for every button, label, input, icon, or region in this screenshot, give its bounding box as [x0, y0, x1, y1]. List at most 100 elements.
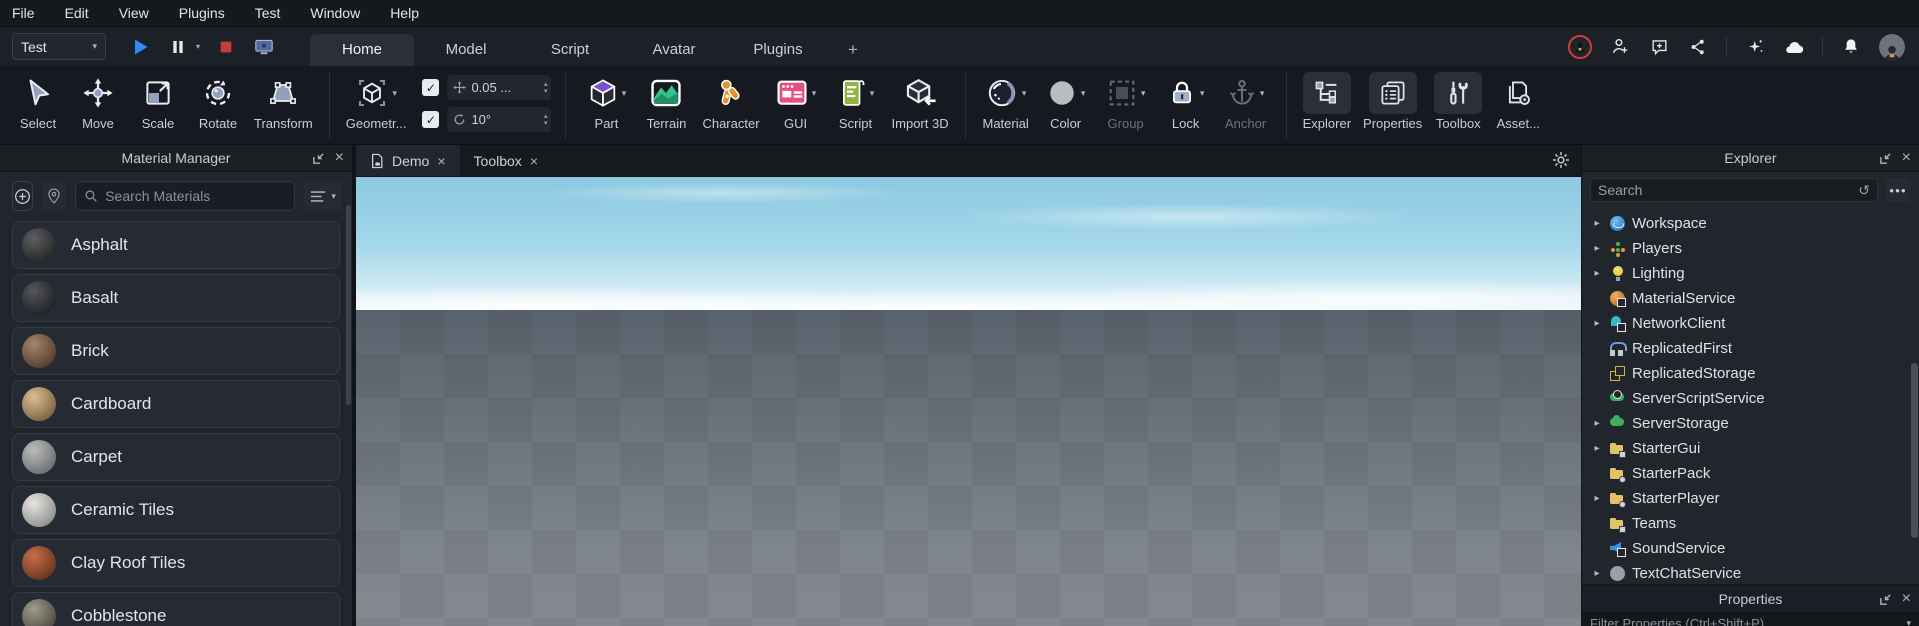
color-button[interactable]: ▾ Color — [1036, 71, 1096, 132]
rotate-snap-field[interactable]: 10° ▴ ▾ — [447, 107, 552, 132]
material-item-carpet[interactable]: Carpet — [12, 433, 340, 481]
tab-model[interactable]: Model — [414, 34, 518, 66]
explorer-item-teams[interactable]: Teams — [1582, 511, 1919, 536]
lock-button[interactable]: ▾ Lock — [1156, 71, 1216, 132]
material-button[interactable]: ▾ Material — [976, 71, 1036, 132]
expand-caret-icon[interactable]: ▸ — [1591, 418, 1603, 429]
properties-filter-input[interactable] — [1590, 615, 1901, 626]
explorer-search-input[interactable] — [1598, 182, 1853, 198]
material-item-basalt[interactable]: Basalt — [12, 274, 340, 322]
close-tab-icon[interactable]: × — [530, 153, 538, 169]
close-icon[interactable]: × — [1902, 591, 1911, 607]
material-item-cobblestone[interactable]: Cobblestone — [12, 592, 340, 626]
search-history-icon[interactable]: ↺ — [1858, 182, 1870, 199]
insert-character-button[interactable]: Character — [696, 71, 765, 132]
move-snap-field[interactable]: 0.05 ... ▴ ▾ — [447, 75, 552, 100]
rotate-tool-button[interactable]: Rotate — [188, 71, 248, 132]
insert-part-button[interactable]: ▾ Part — [576, 71, 636, 132]
tab-plugins[interactable]: Plugins — [726, 34, 830, 66]
explorer-item-startergui[interactable]: ▸ StarterGui — [1582, 436, 1919, 461]
feedback-button[interactable] — [1648, 36, 1670, 58]
close-icon[interactable]: × — [335, 150, 344, 166]
close-icon[interactable]: × — [1902, 150, 1911, 166]
asset-manager-button[interactable]: Asset... — [1488, 71, 1548, 132]
expand-caret-icon[interactable]: ▸ — [1591, 218, 1603, 229]
explorer-more-button[interactable]: ●●● — [1885, 178, 1911, 202]
collaborate-button[interactable] — [1609, 36, 1631, 58]
scale-tool-button[interactable]: Scale — [128, 71, 188, 132]
account-avatar[interactable] — [1879, 33, 1905, 60]
explorer-item-soundservice[interactable]: SoundService — [1582, 536, 1919, 561]
expand-caret-icon[interactable]: ▸ — [1591, 243, 1603, 254]
toggle-toolbox-button[interactable]: Toolbox — [1428, 71, 1488, 132]
explorer-item-starterpack[interactable]: StarterPack — [1582, 461, 1919, 486]
menu-help[interactable]: Help — [390, 5, 419, 21]
stop-button[interactable] — [214, 35, 238, 59]
play-button[interactable] — [128, 35, 152, 59]
menu-plugins[interactable]: Plugins — [179, 5, 225, 21]
material-item-ceramic-tiles[interactable]: Ceramic Tiles — [12, 486, 340, 534]
menu-test[interactable]: Test — [255, 5, 281, 21]
add-material-button[interactable] — [12, 181, 33, 211]
device-emulator-button[interactable] — [252, 35, 276, 59]
tab-settings-button[interactable] — [1551, 150, 1571, 170]
material-pin-button[interactable] — [41, 181, 67, 211]
expand-caret-icon[interactable]: ▸ — [1591, 318, 1603, 329]
close-tab-icon[interactable]: × — [437, 153, 445, 169]
import-3d-button[interactable]: Import 3D — [886, 71, 955, 132]
menu-view[interactable]: View — [119, 5, 149, 21]
rotate-snap-checkbox[interactable]: ✓ — [422, 111, 440, 128]
stepper-icons[interactable]: ▴ ▾ — [544, 81, 548, 95]
material-list-scrollbar[interactable] — [346, 205, 351, 405]
undock-icon[interactable] — [1879, 593, 1892, 606]
insert-gui-button[interactable]: ▾ GUI — [766, 71, 826, 132]
geometry-tool-button[interactable]: ▾ Geometr... — [340, 71, 413, 132]
expand-caret-icon[interactable]: ▸ — [1591, 443, 1603, 454]
pause-options-caret-icon[interactable]: ▾ — [196, 42, 200, 51]
move-snap-checkbox[interactable]: ✓ — [422, 79, 440, 96]
explorer-scrollbar[interactable] — [1911, 363, 1918, 538]
tab-home[interactable]: Home — [310, 34, 415, 66]
explorer-item-replicatedfirst[interactable]: ReplicatedFirst — [1582, 336, 1919, 361]
explorer-item-networkclient[interactable]: ▸ NetworkClient — [1582, 311, 1919, 336]
baseplate-ground[interactable] — [356, 310, 1581, 626]
material-item-asphalt[interactable]: Asphalt — [12, 221, 340, 269]
assistant-button[interactable] — [1744, 36, 1766, 58]
document-tab-toolbox[interactable]: Toolbox × — [460, 145, 552, 176]
tab-add-button[interactable]: + — [830, 34, 876, 66]
stepper-icons[interactable]: ▴ ▾ — [544, 113, 548, 127]
document-tab-demo[interactable]: Demo × — [356, 145, 460, 176]
expand-caret-icon[interactable]: ▸ — [1591, 568, 1603, 579]
material-item-clay-roof-tiles[interactable]: Clay Roof Tiles — [12, 539, 340, 587]
undock-icon[interactable] — [1879, 152, 1892, 165]
insert-script-button[interactable]: ▾ Script — [826, 71, 886, 132]
material-search-input[interactable] — [105, 188, 287, 204]
expand-caret-icon[interactable]: ▸ — [1591, 493, 1603, 504]
toggle-properties-button[interactable]: Properties — [1357, 71, 1428, 132]
pause-button[interactable] — [166, 35, 190, 59]
insert-terrain-button[interactable]: Terrain — [636, 71, 696, 132]
explorer-item-workspace[interactable]: ▸ Workspace — [1582, 211, 1919, 236]
menu-file[interactable]: File — [12, 5, 35, 21]
expand-caret-icon[interactable]: ▸ — [1591, 268, 1603, 279]
cloud-sync-button[interactable] — [1783, 36, 1805, 58]
explorer-item-players[interactable]: ▸ Players — [1582, 236, 1919, 261]
undock-icon[interactable] — [312, 152, 325, 165]
menu-edit[interactable]: Edit — [65, 5, 89, 21]
notifications-button[interactable] — [1840, 36, 1862, 58]
material-view-mode-button[interactable]: ▾ — [304, 181, 342, 211]
record-button[interactable] — [1568, 34, 1592, 59]
playtest-mode-select[interactable]: Test ▾ — [12, 33, 106, 60]
explorer-item-replicatedstorage[interactable]: ReplicatedStorage — [1582, 361, 1919, 386]
menu-window[interactable]: Window — [310, 5, 360, 21]
material-item-brick[interactable]: Brick — [12, 327, 340, 375]
explorer-item-materialservice[interactable]: MaterialService — [1582, 286, 1919, 311]
3d-scene[interactable] — [356, 177, 1581, 626]
material-item-cardboard[interactable]: Cardboard — [12, 380, 340, 428]
explorer-item-starterplayer[interactable]: ▸ StarterPlayer — [1582, 486, 1919, 511]
select-tool-button[interactable]: Select — [8, 71, 68, 132]
transform-tool-button[interactable]: Transform — [248, 71, 319, 132]
explorer-item-textchatservice[interactable]: ▸ TextChatService — [1582, 561, 1919, 585]
move-tool-button[interactable]: Move — [68, 71, 128, 132]
tab-avatar[interactable]: Avatar — [622, 34, 726, 66]
